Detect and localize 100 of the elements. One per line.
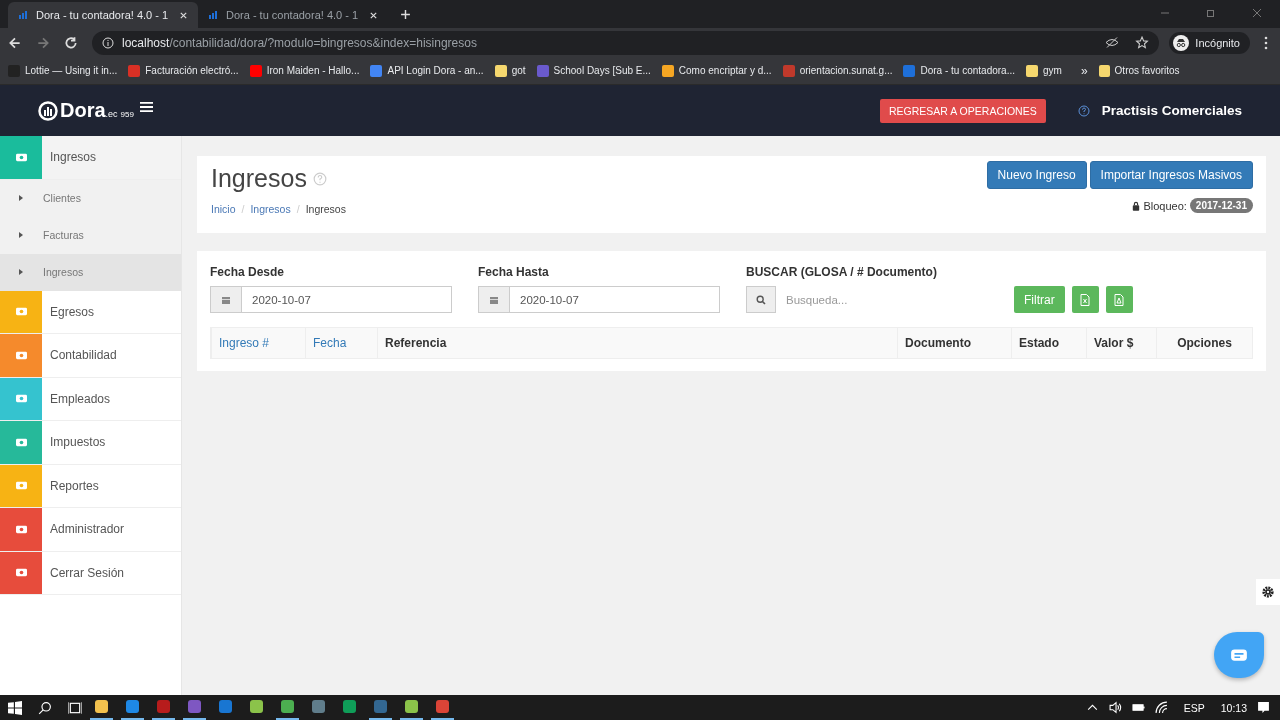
bookmark-label: Iron Maiden - Hallo... bbox=[266, 65, 360, 76]
page-title: Ingresos bbox=[211, 164, 307, 193]
search-icon[interactable] bbox=[38, 700, 52, 715]
restore-icon[interactable] bbox=[1206, 8, 1216, 18]
bookmark-label: API Login Dora - an... bbox=[387, 65, 484, 76]
field-label: Fecha Hasta bbox=[478, 265, 550, 279]
sidebar-item[interactable]: Egresos bbox=[0, 290, 181, 334]
sidebar-subitem[interactable]: Ingresos bbox=[0, 253, 181, 291]
bookmark-label: orientacion.sunat.g... bbox=[799, 65, 893, 76]
breadcrumb-item: Ingresos bbox=[305, 203, 346, 215]
clock[interactable]: 10:13 bbox=[1220, 701, 1247, 714]
bookmark[interactable]: Lottie — Using it in... bbox=[8, 64, 118, 77]
wifi-icon[interactable] bbox=[1154, 701, 1168, 714]
column-header: Estado bbox=[1011, 328, 1086, 358]
sidebar-item[interactable]: Empleados bbox=[0, 377, 181, 421]
primary-button[interactable]: Importar Ingresos Masivos bbox=[1089, 161, 1253, 189]
sidebar-item[interactable]: Administrador bbox=[0, 508, 181, 552]
chart-logo-icon bbox=[38, 100, 58, 121]
column-header[interactable]: Fecha bbox=[305, 328, 377, 358]
more-bookmarks-button[interactable]: » bbox=[1080, 63, 1088, 78]
primary-button[interactable]: Nuevo Ingreso bbox=[986, 161, 1087, 189]
sidebar-icon bbox=[14, 523, 28, 535]
address-bar[interactable]: localhost/contabilidad/dora/?modulo=bingresos&index=hisingresos bbox=[92, 30, 1160, 55]
bookmark[interactable]: Otros favoritos bbox=[1098, 64, 1180, 77]
eye-slash-icon[interactable] bbox=[1105, 36, 1120, 49]
date-field[interactable]: 2020-10-07 bbox=[210, 286, 452, 313]
chat-button[interactable] bbox=[1214, 632, 1264, 678]
logo: Dora.ec bbox=[38, 99, 118, 122]
column-header: Valor $ bbox=[1086, 328, 1156, 358]
tab-title: Dora - tu contadora! 4.0 - 1 bbox=[36, 9, 170, 21]
caret-icon bbox=[19, 195, 23, 201]
bookmark[interactable]: Iron Maiden - Hallo... bbox=[249, 64, 360, 77]
new-tab-icon[interactable] bbox=[400, 9, 411, 20]
bookmark[interactable]: gym bbox=[1026, 64, 1062, 77]
bookmark-label: Lottie — Using it in... bbox=[25, 65, 118, 76]
settings-icon bbox=[1261, 585, 1275, 599]
bookmark[interactable]: API Login Dora - an... bbox=[370, 64, 484, 77]
settings-button[interactable] bbox=[1256, 579, 1280, 605]
date-field[interactable]: 2020-10-07 bbox=[478, 286, 720, 313]
battery-icon[interactable] bbox=[1131, 701, 1145, 714]
column-header: Referencia bbox=[377, 328, 897, 358]
breadcrumb-item[interactable]: Inicio bbox=[211, 203, 236, 215]
notification-icon[interactable] bbox=[1257, 701, 1270, 714]
windows-start-icon[interactable] bbox=[8, 700, 22, 715]
sidebar-icon bbox=[14, 393, 28, 405]
pdf-file-icon bbox=[1114, 293, 1125, 306]
chat-bubble-icon bbox=[1230, 648, 1248, 662]
incognito-button[interactable]: Incógnito bbox=[1169, 31, 1250, 54]
sidebar-icon bbox=[14, 567, 28, 579]
bookmark-label: Facturación electró... bbox=[145, 65, 239, 76]
bar-chart-icon bbox=[208, 10, 218, 20]
lock-label: Bloqueo: bbox=[1143, 199, 1187, 212]
lock-date-badge: 2017-12-31 bbox=[1189, 198, 1253, 213]
bookmark-label: Dora - tu contadora... bbox=[920, 65, 1015, 76]
bookmark-label: Otros favoritos bbox=[1114, 65, 1180, 76]
field-label: Fecha Desde bbox=[210, 265, 286, 279]
language-indicator[interactable]: ESP bbox=[1183, 701, 1205, 714]
browser-tab[interactable]: Dora - tu contadora! 4.0 - 1 bbox=[8, 2, 198, 28]
help-icon[interactable] bbox=[1077, 104, 1090, 117]
caret-icon bbox=[19, 232, 23, 238]
speaker-icon[interactable] bbox=[1108, 701, 1122, 714]
reload-icon[interactable] bbox=[64, 35, 78, 50]
column-header[interactable]: Ingreso # bbox=[211, 328, 305, 358]
version-number: 959 bbox=[120, 110, 134, 119]
bookmark[interactable]: got bbox=[494, 64, 526, 77]
bookmark[interactable]: Como encriptar y d... bbox=[661, 64, 772, 77]
back-to-operations-button[interactable]: REGRESAR A OPERACIONES bbox=[880, 98, 1046, 123]
breadcrumb-item[interactable]: Ingresos bbox=[250, 203, 291, 215]
company-name[interactable]: Practisis Comerciales bbox=[1101, 103, 1242, 118]
sidebar-subitem[interactable]: Clientes bbox=[0, 179, 181, 217]
task-view-icon[interactable] bbox=[68, 700, 82, 715]
sidebar-item[interactable]: Impuestos bbox=[0, 421, 181, 465]
caret-icon bbox=[19, 269, 23, 275]
menu-icon[interactable] bbox=[1264, 35, 1268, 50]
menu-icon[interactable] bbox=[139, 100, 153, 113]
back-arrow-icon[interactable] bbox=[8, 35, 22, 50]
star-icon[interactable] bbox=[1135, 36, 1150, 49]
bookmark[interactable]: School Days [Sub E... bbox=[536, 64, 651, 77]
bookmark[interactable]: Facturación electró... bbox=[128, 64, 239, 77]
bookmark[interactable]: orientacion.sunat.g... bbox=[782, 64, 893, 77]
sidebar-item[interactable]: Contabilidad bbox=[0, 334, 181, 378]
sidebar-item[interactable]: Cerrar Sesión bbox=[0, 551, 181, 595]
sidebar-item[interactable]: Reportes bbox=[0, 464, 181, 508]
excel-file-icon bbox=[1080, 293, 1091, 306]
lock-icon bbox=[1132, 200, 1141, 211]
search-icon bbox=[756, 294, 766, 305]
bookmark[interactable]: Dora - tu contadora... bbox=[903, 64, 1015, 77]
incognito-icon bbox=[1173, 34, 1190, 51]
sidebar-subitem[interactable]: Facturas bbox=[0, 216, 181, 254]
column-header: Opciones bbox=[1156, 328, 1252, 358]
browser-tab[interactable]: Dora - tu contadora! 4.0 - 1 bbox=[198, 2, 388, 28]
column-header: Documento bbox=[897, 328, 1011, 358]
bar-chart-icon bbox=[18, 10, 28, 20]
sidebar-item[interactable]: Ingresos bbox=[0, 136, 181, 180]
calendar-icon bbox=[489, 294, 499, 305]
forward-arrow-icon[interactable] bbox=[36, 35, 50, 50]
sidebar-icon bbox=[14, 436, 28, 448]
sidebar-icon bbox=[14, 306, 28, 318]
bookmark-label: got bbox=[511, 65, 526, 76]
sidebar-icon bbox=[14, 349, 28, 361]
